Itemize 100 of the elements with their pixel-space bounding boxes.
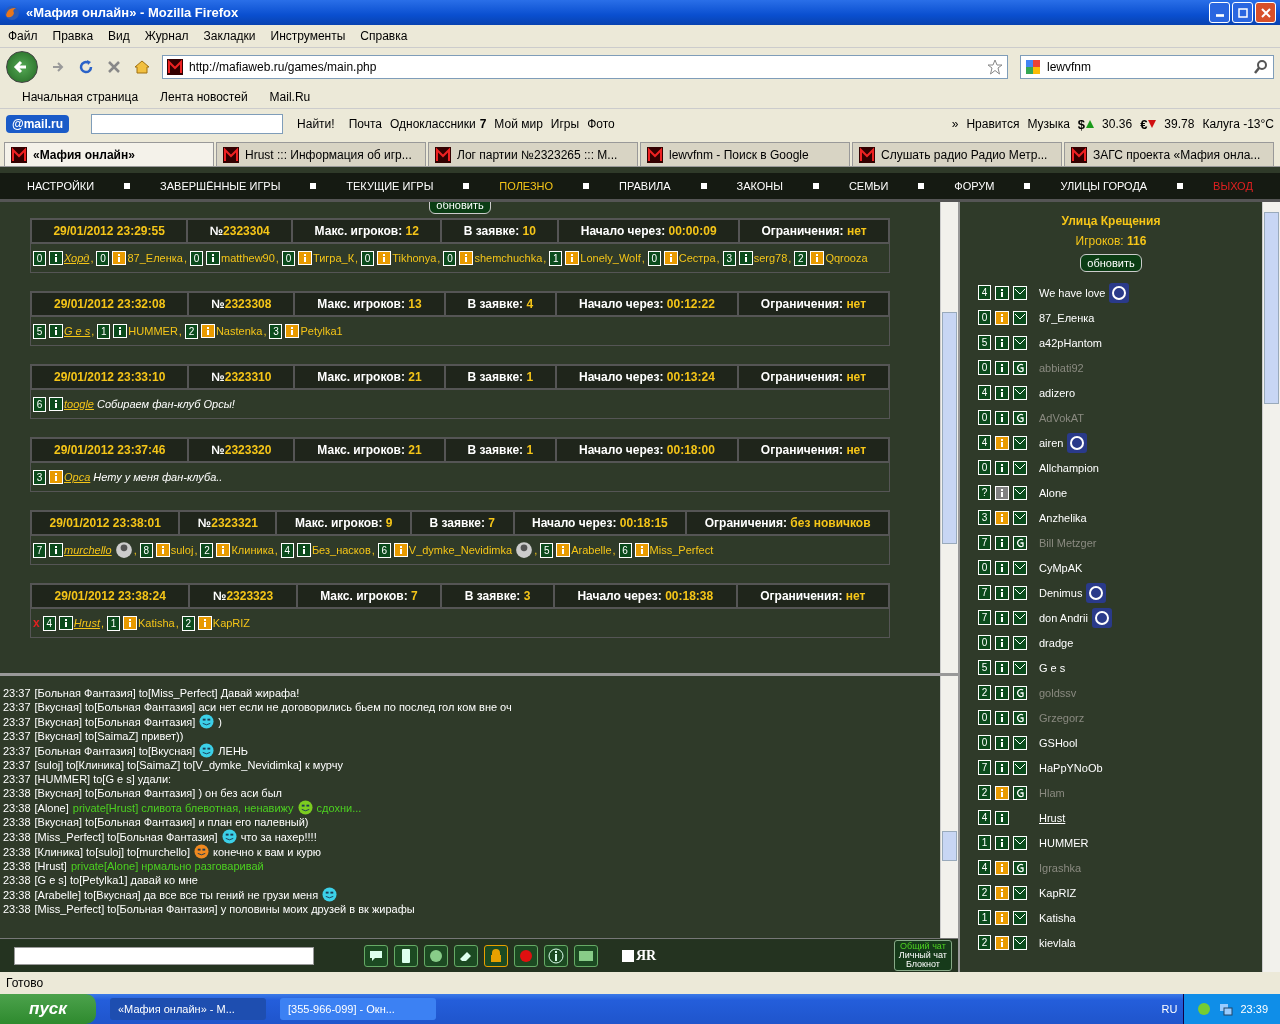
player-name[interactable]: V_dymke_Nevidimka bbox=[408, 544, 513, 556]
menu-item[interactable]: Справка bbox=[360, 29, 408, 43]
player-name[interactable]: 87_Еленка bbox=[127, 252, 183, 264]
player-name[interactable]: serg78 bbox=[753, 252, 788, 264]
player-name[interactable]: murchello bbox=[64, 544, 112, 556]
info-icon[interactable] bbox=[995, 735, 1009, 750]
player-name[interactable]: Без_насков bbox=[311, 544, 371, 556]
info-icon[interactable] bbox=[995, 760, 1009, 775]
player-name[interactable]: GSHool bbox=[1039, 736, 1078, 749]
scrollbar[interactable] bbox=[1262, 202, 1280, 972]
envelope-icon[interactable] bbox=[1013, 735, 1027, 750]
info-icon[interactable] bbox=[995, 635, 1009, 650]
envelope-icon[interactable] bbox=[1013, 560, 1027, 575]
mail-search-field[interactable] bbox=[91, 114, 284, 134]
player-name[interactable]: Grzegorz bbox=[1039, 711, 1085, 724]
info-icon[interactable] bbox=[113, 324, 128, 338]
address-bar[interactable]: http://mafiaweb.ru/games/main.php bbox=[162, 55, 1008, 79]
info-icon[interactable] bbox=[206, 251, 221, 265]
info-icon[interactable] bbox=[200, 324, 215, 338]
player-name[interactable]: CyMpAK bbox=[1039, 561, 1083, 574]
reload-icon[interactable] bbox=[78, 59, 94, 75]
player-name[interactable]: Hrust bbox=[73, 617, 100, 629]
player-name[interactable]: Тигра_К bbox=[312, 252, 355, 264]
info-icon[interactable] bbox=[565, 251, 580, 265]
envelope-icon[interactable] bbox=[1013, 460, 1027, 475]
toolbar-link[interactable]: Одноклассники bbox=[389, 117, 476, 131]
more-button[interactable]: » bbox=[951, 117, 959, 131]
info-icon[interactable] bbox=[995, 510, 1009, 525]
player-name[interactable]: toogle bbox=[64, 398, 94, 410]
info-icon[interactable] bbox=[49, 251, 63, 265]
menu-item[interactable]: Закладки bbox=[203, 29, 256, 43]
player-name[interactable]: Клиника bbox=[231, 544, 274, 556]
player-name[interactable]: Qqrooza bbox=[825, 252, 868, 264]
info-icon[interactable] bbox=[49, 324, 63, 338]
info-icon[interactable] bbox=[995, 585, 1009, 600]
scrollbar[interactable] bbox=[940, 202, 958, 673]
browser-tab[interactable]: «Мафия онлайн» bbox=[4, 142, 214, 166]
info-icon[interactable] bbox=[995, 785, 1009, 800]
info-icon[interactable] bbox=[995, 485, 1009, 500]
envelope-icon[interactable] bbox=[1013, 935, 1027, 950]
record-button[interactable] bbox=[514, 944, 538, 967]
info-button[interactable] bbox=[544, 944, 568, 967]
player-name[interactable]: Bill Metzger bbox=[1039, 536, 1097, 549]
find-button[interactable]: Найти! bbox=[291, 117, 341, 131]
info-icon[interactable] bbox=[995, 610, 1009, 625]
bubble-button[interactable] bbox=[364, 944, 388, 967]
info-icon[interactable] bbox=[459, 251, 474, 265]
info-icon[interactable] bbox=[49, 397, 63, 411]
back-button[interactable] bbox=[6, 51, 38, 83]
player-name[interactable]: shemchuchka bbox=[474, 252, 543, 264]
envelope-icon[interactable] bbox=[1013, 485, 1027, 500]
info-icon[interactable] bbox=[810, 251, 825, 265]
close-button[interactable] bbox=[1255, 2, 1276, 23]
player-name[interactable]: KapRIZ bbox=[212, 617, 251, 629]
chat-mode-tab[interactable]: Общий чат bbox=[900, 942, 946, 951]
envelope-icon[interactable] bbox=[1013, 435, 1027, 450]
player-name[interactable]: G e s bbox=[64, 325, 91, 337]
bookmark-link[interactable]: Лента новостей bbox=[160, 90, 248, 104]
home-icon[interactable] bbox=[134, 59, 150, 75]
envelope-icon[interactable] bbox=[1013, 610, 1027, 625]
browser-tab[interactable]: Hrust ::: Информация об игр... bbox=[216, 142, 426, 166]
info-icon[interactable] bbox=[995, 910, 1009, 925]
guest-icon[interactable] bbox=[1013, 710, 1027, 725]
envelope-icon[interactable] bbox=[1013, 760, 1027, 775]
envelope-icon[interactable] bbox=[1013, 885, 1027, 900]
info-icon[interactable] bbox=[995, 710, 1009, 725]
player-name[interactable]: KapRIZ bbox=[1039, 886, 1077, 899]
info-icon[interactable] bbox=[556, 543, 571, 557]
player-name[interactable]: Nastenka bbox=[215, 325, 263, 337]
guest-icon[interactable] bbox=[1013, 860, 1027, 875]
info-icon[interactable] bbox=[995, 935, 1009, 950]
menu-item[interactable]: Правка bbox=[52, 29, 94, 43]
player-name[interactable]: Katisha bbox=[1039, 911, 1076, 924]
nav-link[interactable]: ПРАВИЛА bbox=[619, 180, 671, 192]
nav-link[interactable]: ЗАВЕРШЁННЫЕ ИГРЫ bbox=[160, 180, 281, 192]
player-name[interactable]: Anzhelika bbox=[1039, 511, 1087, 524]
menu-item[interactable]: Файл bbox=[8, 29, 38, 43]
menu-item[interactable]: Инструменты bbox=[270, 29, 346, 43]
player-name[interactable]: Сестра bbox=[678, 252, 716, 264]
maximize-button[interactable] bbox=[1232, 2, 1253, 23]
checkbox[interactable] bbox=[622, 949, 634, 962]
info-icon[interactable] bbox=[995, 360, 1009, 375]
lock-button[interactable] bbox=[484, 944, 508, 967]
player-name[interactable]: Hrust bbox=[1039, 811, 1066, 824]
player-name[interactable]: Орса bbox=[64, 471, 91, 483]
info-icon[interactable] bbox=[634, 543, 649, 557]
player-name[interactable]: suloj bbox=[170, 544, 194, 556]
eraser-button[interactable] bbox=[454, 944, 478, 967]
info-icon[interactable] bbox=[155, 543, 170, 557]
envelope-icon[interactable] bbox=[1013, 660, 1027, 675]
player-name[interactable]: Miss_Perfect bbox=[649, 544, 714, 556]
player-name[interactable]: airen bbox=[1039, 436, 1064, 449]
player-name[interactable]: Petylka1 bbox=[300, 325, 343, 337]
envelope-icon[interactable] bbox=[1013, 510, 1027, 525]
language-indicator[interactable]: RU bbox=[1161, 1003, 1178, 1015]
info-icon[interactable] bbox=[297, 251, 312, 265]
envelope-icon[interactable] bbox=[1013, 635, 1027, 650]
player-name[interactable]: a42pHantom bbox=[1039, 336, 1102, 349]
player-name[interactable]: Tikhonya bbox=[392, 252, 437, 264]
player-name[interactable]: matthew90 bbox=[221, 252, 275, 264]
